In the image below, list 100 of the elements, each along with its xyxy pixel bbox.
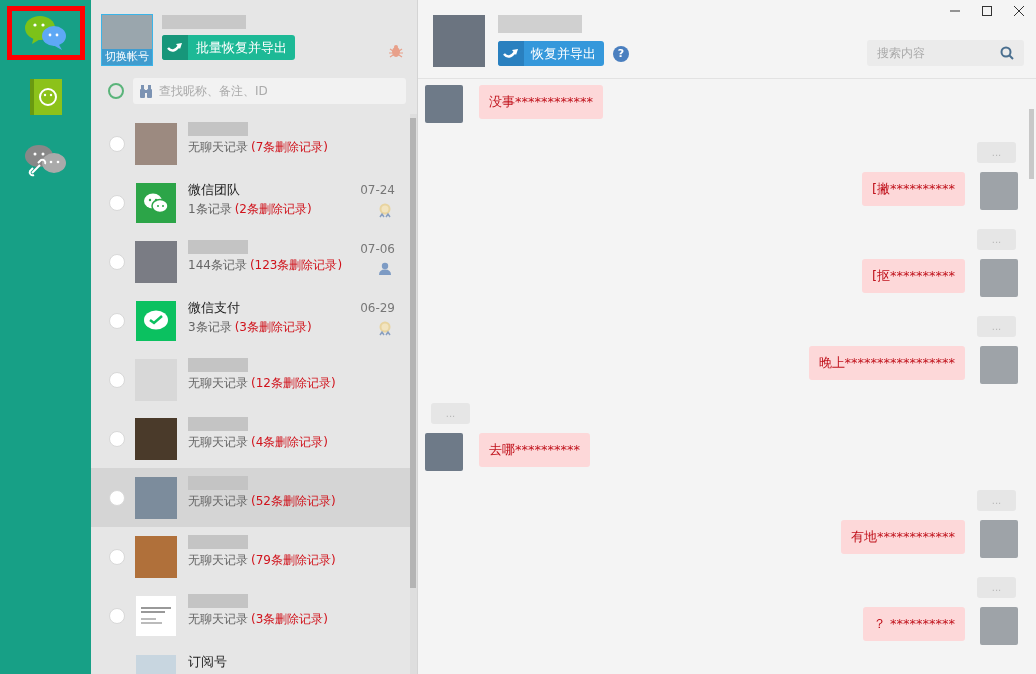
record-count: 1条记录 [188, 201, 232, 217]
contact-row[interactable]: 微信团队 1条记录 (2条删除记录) 07-24 [91, 173, 410, 232]
document-thumbnail [136, 595, 176, 636]
message-search-input[interactable]: 搜索内容 [877, 44, 1000, 62]
medal-icon [378, 203, 392, 219]
record-count: 无聊天记录 [188, 434, 248, 450]
check-bubble-avatar [136, 300, 176, 341]
blurred-contact-name [188, 240, 248, 254]
select-radio[interactable] [109, 548, 125, 565]
close-icon[interactable] [1014, 6, 1024, 16]
message-bubble: 没事************ [479, 85, 603, 119]
timestamp-chip: ... [977, 229, 1016, 250]
timestamp-chip: ... [431, 403, 470, 424]
record-count: 144条记录 [188, 257, 247, 273]
help-button[interactable]: ? [613, 45, 629, 62]
contact-name: 微信团队 [188, 181, 241, 198]
contact-row[interactable]: 144条记录 (123条删除记录) 07-06 [91, 232, 410, 291]
photo-placeholder [425, 85, 463, 123]
restore-export-button[interactable]: 恢复并导出 [498, 41, 604, 66]
photo-placeholder [135, 417, 177, 460]
record-count: 无聊天记录 [188, 611, 248, 627]
contact-name: 订阅号 [188, 653, 227, 670]
contact-date: 07-06 [360, 242, 395, 256]
record-count: 3条记录 [188, 319, 232, 335]
contact-row[interactable]: 无聊天记录 (4条删除记录) [91, 409, 410, 468]
person-icon [379, 262, 391, 275]
chat-bubbles-avatar [136, 182, 176, 223]
account-avatar[interactable]: 切换帐号 [101, 14, 153, 66]
message-search-field[interactable]: 搜索内容 [867, 40, 1024, 66]
blurred-contact-name [188, 122, 248, 136]
contact-row[interactable]: 微信支付 3条记录 (3条删除记录) 06-29 [91, 291, 410, 350]
blurred-contact-name [188, 594, 248, 608]
photo-placeholder [135, 122, 177, 165]
photo-placeholder [980, 520, 1018, 558]
blurred-contact-name [188, 358, 248, 372]
select-radio[interactable] [109, 312, 125, 329]
contact-row[interactable]: 无聊天记录 (7条删除记录) [91, 114, 410, 173]
bug-icon[interactable] [389, 44, 403, 58]
timestamp-chip: ... [977, 577, 1016, 598]
contact-date: 06-29 [360, 301, 395, 315]
contact-row[interactable]: 无聊天记录 (12条删除记录) [91, 350, 410, 409]
scrollbar-thumb[interactable] [1029, 109, 1034, 179]
message-bubble: [抠********** [861, 259, 965, 293]
curved-arrow-icon [167, 41, 183, 54]
message-bubble: 晚上***************** [808, 346, 965, 380]
search-icon[interactable] [1000, 46, 1014, 60]
message-bubble: [撇********** [861, 172, 965, 206]
blurred-contact-name [188, 535, 248, 549]
deleted-record-count: (79条删除记录) [251, 552, 336, 568]
deleted-record-count: (52条删除记录) [251, 493, 336, 509]
binoculars-icon [139, 84, 153, 98]
contact-search-field[interactable]: 查找昵称、备注、ID [133, 78, 406, 104]
select-radio[interactable] [109, 135, 125, 152]
record-count: 无聊天记录 [188, 493, 248, 509]
photo-placeholder [135, 240, 177, 283]
photo-placeholder [980, 259, 1018, 297]
contact-date: 07-24 [360, 183, 395, 197]
photo-placeholder [135, 535, 177, 578]
record-count: 无聊天记录 [188, 139, 248, 155]
deleted-record-count: (123条删除记录) [249, 257, 343, 273]
contact-row[interactable]: 无聊天记录 (52条删除记录) [91, 468, 410, 527]
contact-search-input[interactable]: 查找昵称、备注、ID [159, 82, 400, 100]
contact-row[interactable]: 无聊天记录 (3条删除记录) [91, 586, 410, 645]
timestamp-chip: ... [977, 142, 1016, 163]
select-radio[interactable] [109, 371, 125, 388]
select-all-radio[interactable] [108, 83, 124, 99]
message-bubble: 去哪********** [479, 433, 590, 467]
timestamp-chip: ... [977, 490, 1016, 511]
record-count: 无聊天记录 [188, 375, 248, 391]
message-bubble: ？ ********** [862, 607, 965, 641]
photo-placeholder [980, 607, 1018, 645]
photo-placeholder [980, 172, 1018, 210]
deleted-record-count: (7条删除记录) [251, 139, 328, 155]
select-radio[interactable] [109, 607, 125, 624]
select-radio[interactable] [109, 430, 125, 447]
contact-avatar [433, 15, 485, 67]
contact-row[interactable]: 无聊天记录 (79条删除记录) [91, 527, 410, 586]
select-radio[interactable] [109, 489, 125, 506]
deleted-record-count: (4条删除记录) [251, 434, 328, 450]
sidebar-tab[interactable] [6, 6, 85, 60]
linked-chat-bubbles-icon[interactable] [23, 143, 68, 179]
select-radio[interactable] [109, 194, 125, 211]
record-count: 无聊天记录 [188, 552, 248, 568]
photo-placeholder [980, 346, 1018, 384]
contact-book-icon[interactable] [29, 79, 62, 115]
deleted-record-count: (2条删除记录) [234, 201, 312, 217]
chat-bubbles-icon[interactable] [23, 14, 68, 52]
blurred-contact-name [188, 417, 248, 431]
medal-icon [378, 321, 392, 337]
contact-name: 微信支付 [188, 299, 241, 316]
timestamp-chip: ... [977, 316, 1016, 337]
scrollbar-thumb[interactable] [410, 118, 416, 588]
select-radio[interactable] [109, 253, 125, 270]
photo-placeholder [135, 476, 177, 519]
contact-row[interactable]: 订阅号 [91, 645, 410, 674]
curved-arrow-icon [503, 47, 519, 60]
message-bubble: 有地************ [841, 520, 965, 554]
maximize-icon[interactable] [982, 6, 992, 16]
photo-placeholder [425, 433, 463, 471]
deleted-record-count: (3条删除记录) [234, 319, 312, 335]
